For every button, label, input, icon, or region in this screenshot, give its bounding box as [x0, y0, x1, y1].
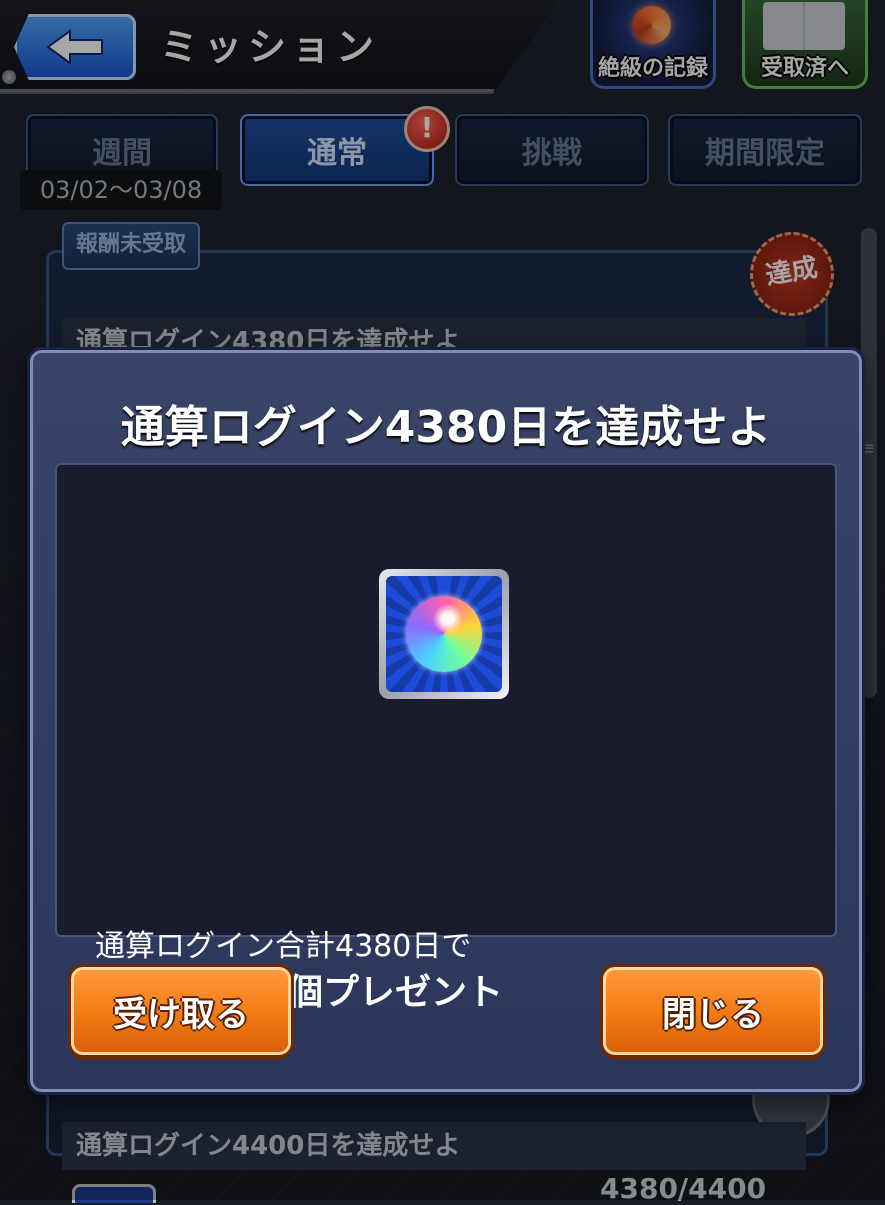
receive-button[interactable]: 受け取る	[71, 967, 291, 1055]
dialog-title: 通算ログイン4380日を達成せよ	[120, 402, 772, 453]
mission-detail-dialog: 通算ログイン4380日を達成せよ 通算ログイン合計4380日で オーブを50個プ…	[30, 350, 862, 1092]
close-button[interactable]: 閉じる	[603, 967, 823, 1055]
orb-icon	[406, 596, 482, 672]
reward-item-frame	[379, 569, 509, 699]
reward-description: 通算ログイン合計4380日で	[95, 929, 472, 964]
dialog-content: 通算ログイン合計4380日で オーブを50個プレゼント	[55, 463, 837, 1013]
